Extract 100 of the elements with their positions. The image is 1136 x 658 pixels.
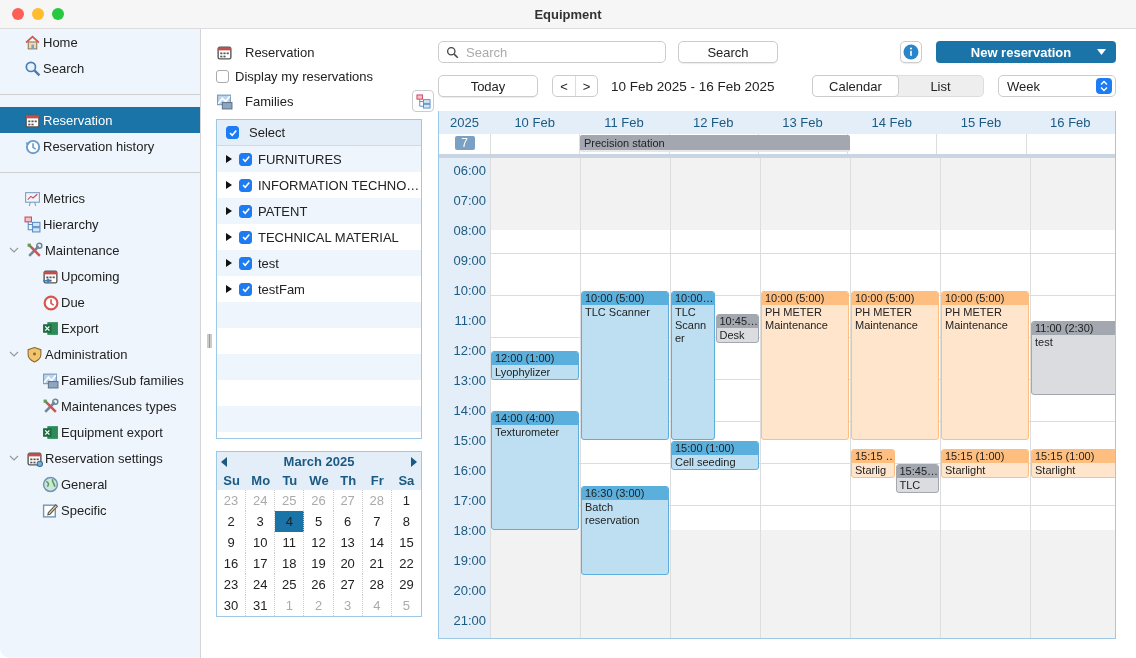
day-cell[interactable]: 11 xyxy=(275,532,305,553)
day-cell[interactable]: 14 xyxy=(362,532,392,553)
chart-board-icon xyxy=(24,189,41,207)
zoom-button[interactable] xyxy=(52,8,64,20)
sidebar-item[interactable]: Hierarchy xyxy=(0,211,200,237)
close-button[interactable] xyxy=(12,8,24,20)
expand-icon[interactable] xyxy=(225,259,233,267)
day-cell[interactable]: 7 xyxy=(362,511,392,532)
sidebar-item[interactable]: Reservation settings xyxy=(0,445,200,471)
day-cell[interactable]: 28 xyxy=(362,574,392,595)
view-tab[interactable]: List xyxy=(898,76,983,96)
event-block[interactable]: 16:30 (3:00) Batch reservation xyxy=(581,486,669,575)
tree-view-button[interactable] xyxy=(412,90,434,112)
period-select[interactable]: Week xyxy=(998,75,1116,97)
event-block[interactable]: 15:15 (1:00) Starlight xyxy=(1031,448,1115,478)
day-cell[interactable]: 2 xyxy=(217,511,247,532)
sidebar-item[interactable]: Administration xyxy=(0,341,200,367)
day-cell[interactable]: 12 xyxy=(304,532,334,553)
day-cell[interactable]: 1 xyxy=(391,490,421,511)
checkbox[interactable] xyxy=(226,126,239,139)
event-block[interactable]: 10:00 (5:00) PH METER Maintenance xyxy=(941,291,1029,440)
expand-icon[interactable] xyxy=(225,181,233,189)
event-block[interactable]: 10:45… Desk xyxy=(715,313,759,343)
sidebar-item[interactable]: Export xyxy=(0,315,200,341)
event-block[interactable]: 14:00 (4:00) Texturometer xyxy=(491,411,579,530)
sidebar-item[interactable]: Families/Sub families xyxy=(0,367,200,393)
sidebar-item[interactable]: Reservation history xyxy=(0,133,200,159)
sidebar-item[interactable]: Equipment export xyxy=(0,419,200,445)
day-cell[interactable]: 21 xyxy=(362,553,392,574)
checkbox-label[interactable]: Display my reservations xyxy=(235,69,373,84)
day-cell[interactable]: 30 xyxy=(217,595,247,616)
search-button[interactable]: Search xyxy=(678,41,778,63)
day-cell[interactable]: 9 xyxy=(217,532,247,553)
sidebar-item[interactable]: Maintenance xyxy=(0,237,200,263)
day-cell[interactable]: 22 xyxy=(391,553,421,574)
sidebar-item[interactable]: Due xyxy=(0,289,200,315)
event-block[interactable]: 15:00 (1:00) Cell seeding xyxy=(671,441,759,470)
event-block[interactable]: 10:00 (5:00) PH METER Maintenance xyxy=(761,291,849,440)
day-cell[interactable]: 20 xyxy=(333,553,363,574)
sidebar-item[interactable]: Upcoming xyxy=(0,263,200,289)
checkbox[interactable] xyxy=(239,256,252,270)
day-cell[interactable]: 10 xyxy=(246,532,276,553)
day-cell[interactable]: 19 xyxy=(304,553,334,574)
day-cell[interactable]: 26 xyxy=(304,574,334,595)
previous-button[interactable]: < xyxy=(553,76,575,96)
expand-icon[interactable] xyxy=(225,155,233,163)
expand-icon[interactable] xyxy=(225,285,233,293)
day-cell[interactable]: 27 xyxy=(333,574,363,595)
time-label: 14:00 xyxy=(453,402,486,418)
sidebar-item[interactable]: Maintenances types xyxy=(0,393,200,419)
all-day-event[interactable]: Precision station xyxy=(580,135,850,152)
day-cell[interactable]: 17 xyxy=(246,553,276,574)
sidebar-item[interactable]: Search xyxy=(0,55,200,81)
event-block[interactable]: 11:00 (2:30) test xyxy=(1031,321,1115,395)
select-all-label[interactable]: Select xyxy=(249,125,286,140)
today-button[interactable]: Today xyxy=(438,75,538,97)
day-cell[interactable]: 23 xyxy=(217,574,247,595)
checkbox[interactable] xyxy=(239,230,252,244)
day-cell[interactable]: 6 xyxy=(333,511,363,532)
day-cell[interactable]: 31 xyxy=(246,595,276,616)
checkbox[interactable] xyxy=(239,282,252,296)
day-cell[interactable]: 25 xyxy=(275,574,305,595)
event-block[interactable]: 15:45… TLC xyxy=(895,463,939,493)
event-time: 10:00 (5:00) xyxy=(942,292,1028,305)
event-block[interactable]: 12:00 (1:00) Lyophylizer xyxy=(491,351,579,380)
new-reservation-button[interactable]: New reservation xyxy=(936,41,1116,63)
event-block[interactable]: 10:00 (5:00) TLC Scanner xyxy=(581,291,669,440)
splitter-handle[interactable] xyxy=(207,334,212,348)
day-cell[interactable]: 16 xyxy=(217,553,247,574)
checkbox[interactable] xyxy=(239,204,252,218)
day-cell[interactable]: 8 xyxy=(391,511,421,532)
day-header: 11 Feb xyxy=(603,114,645,132)
sidebar-item[interactable]: Metrics xyxy=(0,185,200,211)
stepper-icon[interactable] xyxy=(1096,78,1112,94)
view-tab[interactable]: Calendar xyxy=(813,76,898,96)
event-block[interactable]: 10:00… TLC Scanner xyxy=(671,291,715,440)
caret-icon[interactable] xyxy=(1097,49,1106,55)
day-cell[interactable]: 13 xyxy=(333,532,363,553)
sidebar-item[interactable]: Specific xyxy=(0,497,200,523)
search-field[interactable]: Search xyxy=(438,41,666,63)
next-button[interactable]: > xyxy=(575,76,597,96)
day-cell[interactable]: 24 xyxy=(246,574,276,595)
checkbox[interactable] xyxy=(216,70,229,83)
event-block[interactable]: 15:15 (1:00) Starlight xyxy=(941,448,1029,478)
previous-month-icon[interactable] xyxy=(221,456,228,467)
sidebar-item[interactable]: Reservation xyxy=(0,107,200,133)
checkbox[interactable] xyxy=(239,178,252,192)
next-month-icon[interactable] xyxy=(410,456,417,467)
sidebar-item[interactable]: Home xyxy=(0,29,200,55)
expand-icon[interactable] xyxy=(225,233,233,241)
sidebar-item[interactable]: General xyxy=(0,471,200,497)
event-block[interactable]: 15:15 … Starlig xyxy=(851,448,895,478)
checkbox[interactable] xyxy=(239,152,252,166)
event-block[interactable]: 10:00 (5:00) PH METER Maintenance xyxy=(851,291,939,440)
expand-icon[interactable] xyxy=(225,207,233,215)
day-cell[interactable]: 18 xyxy=(275,553,305,574)
day-cell[interactable]: 29 xyxy=(391,574,421,595)
day-cell[interactable]: 15 xyxy=(391,532,421,553)
info-button[interactable] xyxy=(900,41,922,63)
day-cell[interactable]: 5 xyxy=(304,511,334,532)
